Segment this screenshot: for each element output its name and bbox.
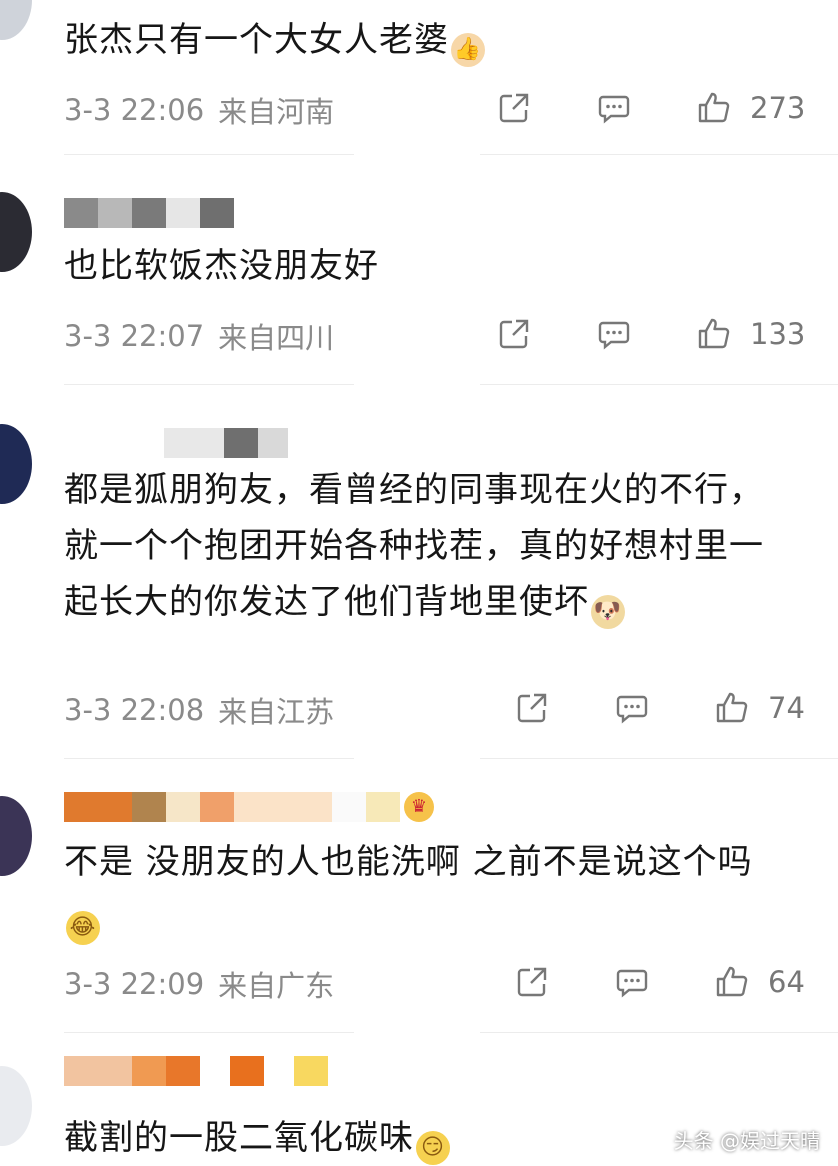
blur-block <box>64 1056 132 1086</box>
comment-actions: 74 <box>514 690 805 726</box>
blur-block <box>200 1056 230 1086</box>
blur-block <box>166 792 200 822</box>
blur-block <box>258 428 288 458</box>
thumbs-up-icon[interactable] <box>696 90 732 126</box>
avatar[interactable] <box>0 424 32 504</box>
comment-text: 张杰只有一个大女人老婆 👍 <box>64 12 778 68</box>
blur-block <box>230 1056 264 1086</box>
location: 来自江苏 <box>218 695 335 729</box>
thumbs-up-icon[interactable] <box>714 964 750 1000</box>
laughing-tears-emoji-icon: 😂 <box>66 911 100 945</box>
thumbs-up-icon[interactable] <box>714 690 750 726</box>
timestamp: 3-3 22:07 <box>64 319 205 353</box>
comment-text-content: 截割的一股二氧化碳味 <box>64 1118 414 1158</box>
blur-block <box>64 792 132 822</box>
divider <box>64 154 354 155</box>
comment-text: 也比软饭杰没朋友好 <box>64 238 778 294</box>
blur-block <box>200 198 234 228</box>
share-icon[interactable] <box>514 964 550 1000</box>
comment-actions: 64 <box>514 964 805 1000</box>
username-blurred[interactable] <box>64 428 288 458</box>
divider <box>64 758 354 759</box>
thumbs-up-emoji-icon: 👍 <box>451 33 485 67</box>
location: 来自四川 <box>218 321 335 355</box>
avatar[interactable] <box>0 796 32 876</box>
blur-block <box>332 792 366 822</box>
blur-block <box>64 198 98 228</box>
timestamp: 3-3 22:09 <box>64 967 205 1001</box>
divider <box>64 1032 354 1033</box>
blur-block <box>132 1056 166 1086</box>
divider <box>480 1032 838 1033</box>
blur-block <box>166 1056 200 1086</box>
username-blurred[interactable]: ♛ <box>64 792 434 822</box>
blur-block <box>132 792 166 822</box>
username-blurred[interactable] <box>64 198 234 228</box>
comment-text: 截割的一股二氧化碳味 😏 <box>64 1110 778 1166</box>
blur-block <box>166 198 200 228</box>
like-count: 74 <box>768 691 805 725</box>
location: 来自河南 <box>218 95 335 129</box>
divider <box>480 758 838 759</box>
timestamp: 3-3 22:06 <box>64 93 205 127</box>
blur-block <box>98 198 132 228</box>
comment-icon[interactable] <box>614 964 650 1000</box>
location: 来自广东 <box>218 969 335 1003</box>
comment-text-content: 都是狐朋狗友，看曾经的同事现在火的不行，就一个个抱团开始各种找茬，真的好想村里一… <box>64 470 764 622</box>
comment-icon[interactable] <box>596 90 632 126</box>
comment-actions: 133 <box>496 316 805 352</box>
like-count: 273 <box>750 91 806 125</box>
share-icon[interactable] <box>496 90 532 126</box>
smirk-emoji-icon: 😏 <box>416 1131 450 1165</box>
thumbs-up-icon[interactable] <box>696 316 732 352</box>
like-count: 64 <box>768 965 805 999</box>
comment-text-content: 也比软饭杰没朋友好 <box>64 246 379 286</box>
blur-block <box>164 428 224 458</box>
avatar[interactable] <box>0 0 32 40</box>
timestamp: 3-3 22:08 <box>64 693 205 727</box>
doge-emoji-icon: 🐶 <box>591 595 625 629</box>
watermark: 头条 @娱过天晴 <box>673 1129 820 1153</box>
comment-icon[interactable] <box>596 316 632 352</box>
divider <box>64 384 354 385</box>
username-blurred[interactable] <box>64 1056 328 1086</box>
comment-actions: 273 <box>496 90 805 126</box>
blur-block <box>366 792 400 822</box>
comment-text-content: 张杰只有一个大女人老婆 <box>64 20 449 60</box>
avatar[interactable] <box>0 1066 32 1146</box>
divider <box>480 154 838 155</box>
comment-text: 都是狐朋狗友，看曾经的同事现在火的不行，就一个个抱团开始各种找茬，真的好想村里一… <box>64 462 778 630</box>
blur-block <box>294 1056 328 1086</box>
comment-text-content: 不是 没朋友的人也能洗啊 之前不是说这个吗 <box>64 842 753 882</box>
crown-badge-icon: ♛ <box>404 792 434 822</box>
blur-block <box>234 792 332 822</box>
like-count: 133 <box>750 317 806 351</box>
comment-icon[interactable] <box>614 690 650 726</box>
comment-text: 不是 没朋友的人也能洗啊 之前不是说这个吗 😂 <box>64 834 778 946</box>
share-icon[interactable] <box>496 316 532 352</box>
share-icon[interactable] <box>514 690 550 726</box>
blur-block <box>264 1056 294 1086</box>
avatar[interactable] <box>0 192 32 272</box>
divider <box>480 384 838 385</box>
blur-block <box>224 428 258 458</box>
blur-block <box>132 198 166 228</box>
blur-block <box>200 792 234 822</box>
